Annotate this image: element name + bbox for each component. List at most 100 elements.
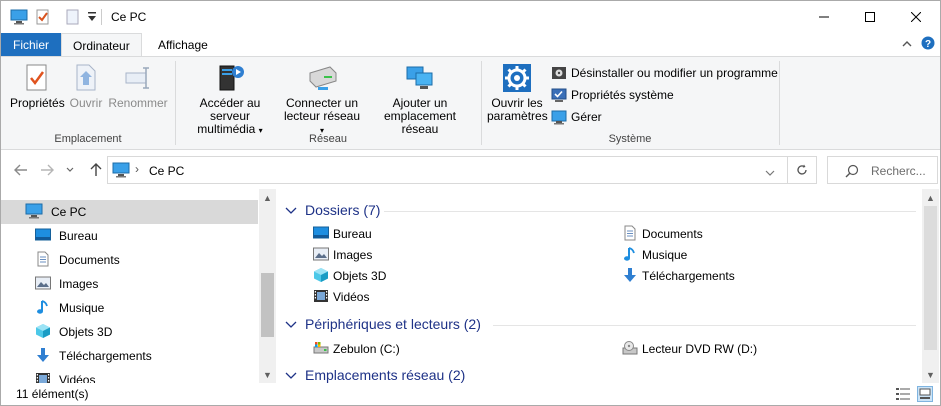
add-location-line2: emplacement réseau bbox=[383, 109, 457, 136]
uninstall-icon bbox=[552, 67, 566, 79]
folder-item[interactable]: Vidéos bbox=[313, 287, 369, 307]
documents-folder-icon bbox=[35, 251, 51, 270]
open-settings-button[interactable]: Ouvrir les paramètres bbox=[487, 63, 548, 123]
title-bar: Ce PC bbox=[1, 1, 940, 33]
nav-pane-scrollbar[interactable]: ▲ ▼ bbox=[259, 189, 276, 383]
scrollbar-thumb[interactable] bbox=[261, 273, 274, 337]
folder-item-label: Objets 3D bbox=[333, 269, 387, 283]
nav-item-ce-pc[interactable]: Ce PC bbox=[1, 200, 258, 224]
scrollbar-thumb[interactable] bbox=[924, 206, 937, 350]
chevron-down-icon bbox=[285, 202, 301, 218]
3d-objects-folder-icon bbox=[313, 267, 329, 286]
nav-item-telechargements[interactable]: Téléchargements bbox=[1, 344, 258, 368]
chevron-down-icon bbox=[285, 367, 301, 383]
open-button[interactable]: Ouvrir bbox=[67, 63, 105, 110]
back-button[interactable] bbox=[12, 161, 30, 179]
quick-access-new-folder-icon[interactable] bbox=[65, 9, 81, 28]
properties-label: Propriétés bbox=[10, 96, 65, 110]
nav-item-objets-3d[interactable]: Objets 3D bbox=[1, 320, 258, 344]
tab-ordinateur[interactable]: Ordinateur bbox=[61, 33, 142, 58]
folder-item[interactable]: Téléchargements bbox=[622, 266, 735, 286]
item-count: 11 élément(s) bbox=[16, 387, 89, 401]
map-network-drive-button[interactable]: Connecter un lecteur réseau ▾ bbox=[281, 63, 363, 137]
folder-item-label: Musique bbox=[642, 248, 688, 262]
tab-fichier[interactable]: Fichier bbox=[1, 33, 61, 57]
maximize-button[interactable] bbox=[847, 1, 893, 33]
nav-item-images[interactable]: Images bbox=[1, 272, 258, 296]
media-server-button[interactable]: Accéder au serveur multimédia ▾ bbox=[179, 63, 281, 137]
add-network-location-button[interactable]: Ajouter un emplacement réseau bbox=[365, 63, 475, 136]
address-bar[interactable]: › Ce PC bbox=[107, 156, 788, 184]
help-icon[interactable]: ? bbox=[921, 36, 935, 53]
nav-item-label: Objets 3D bbox=[59, 325, 113, 339]
folder-item[interactable]: Objets 3D bbox=[313, 266, 386, 286]
music-folder-icon bbox=[622, 246, 638, 265]
computer-icon[interactable] bbox=[10, 9, 28, 28]
breadcrumb-ce-pc[interactable]: Ce PC bbox=[149, 164, 184, 178]
folder-item-label: Téléchargements bbox=[642, 269, 735, 283]
group-header-peripheriques[interactable]: Périphériques et lecteurs (2) bbox=[281, 314, 481, 334]
nav-item-label: Documents bbox=[59, 253, 120, 267]
forward-button[interactable] bbox=[38, 161, 56, 179]
details-view-icon[interactable] bbox=[895, 386, 911, 402]
folder-item-label: Documents bbox=[642, 227, 703, 241]
scroll-down-arrow-icon[interactable]: ▼ bbox=[259, 366, 276, 383]
nav-item-musique[interactable]: Musique bbox=[1, 296, 258, 320]
minimize-button[interactable] bbox=[801, 1, 847, 33]
media-server-icon bbox=[219, 65, 244, 91]
manage-button[interactable]: Gérer bbox=[551, 107, 602, 127]
folder-item[interactable]: Musique bbox=[622, 245, 687, 265]
group-label-emplacement: Emplacement bbox=[54, 133, 122, 145]
uninstall-program-button[interactable]: Désinstaller ou modifier un programme bbox=[551, 63, 778, 83]
nav-item-documents[interactable]: Documents bbox=[1, 248, 258, 272]
group-header-dossiers[interactable]: Dossiers (7) bbox=[281, 200, 380, 220]
close-button[interactable] bbox=[893, 1, 939, 33]
folder-item[interactable]: Documents bbox=[622, 224, 703, 244]
desktop-folder-icon bbox=[313, 226, 329, 243]
downloads-folder-icon bbox=[35, 347, 51, 366]
gear-icon bbox=[503, 64, 531, 92]
scroll-up-arrow-icon[interactable]: ▲ bbox=[922, 189, 939, 206]
breadcrumb-separator-icon[interactable]: › bbox=[135, 162, 139, 176]
nav-item-label: Musique bbox=[59, 301, 105, 315]
up-arrow-icon bbox=[90, 163, 102, 176]
manage-label: Gérer bbox=[571, 110, 602, 124]
music-folder-icon bbox=[35, 299, 51, 318]
rename-button[interactable]: Renommer bbox=[107, 63, 169, 110]
ribbon-tabs: Fichier Ordinateur Affichage ? bbox=[1, 33, 940, 58]
up-button[interactable] bbox=[87, 161, 105, 179]
rename-icon bbox=[125, 67, 149, 89]
properties-checkmark-icon bbox=[26, 64, 47, 91]
back-arrow-icon bbox=[14, 164, 27, 176]
scroll-down-arrow-icon[interactable]: ▼ bbox=[922, 366, 939, 383]
scroll-up-arrow-icon[interactable]: ▲ bbox=[259, 189, 276, 206]
group-label-reseau: Réseau bbox=[309, 133, 347, 145]
computer-icon bbox=[25, 203, 43, 222]
folder-item[interactable]: Bureau bbox=[313, 224, 372, 244]
quick-access-properties-icon[interactable] bbox=[35, 9, 51, 28]
large-icons-view-icon[interactable] bbox=[917, 386, 933, 402]
network-location-icon bbox=[406, 66, 433, 89]
system-properties-button[interactable]: Propriétés système bbox=[551, 85, 674, 105]
refresh-button[interactable] bbox=[787, 156, 817, 184]
search-placeholder: Recherc... bbox=[871, 164, 926, 178]
drive-item[interactable]: Lecteur DVD RW (D:) bbox=[622, 339, 757, 359]
tab-affichage[interactable]: Affichage bbox=[147, 33, 219, 57]
collapse-ribbon-icon[interactable] bbox=[902, 38, 912, 52]
content-pane-scrollbar[interactable]: ▲ ▼ bbox=[922, 189, 939, 383]
properties-button[interactable]: Propriétés bbox=[10, 63, 65, 110]
window-title: Ce PC bbox=[111, 10, 147, 24]
folder-item[interactable]: Images bbox=[313, 245, 372, 265]
navigation-bar: › Ce PC Recherc... bbox=[1, 151, 940, 189]
hard-drive-icon bbox=[313, 341, 329, 358]
nav-item-bureau[interactable]: Bureau bbox=[1, 224, 258, 248]
group-header-emplacements-reseau[interactable]: Emplacements réseau (2) bbox=[281, 365, 465, 383]
search-box[interactable]: Recherc... bbox=[827, 156, 938, 184]
drive-item[interactable]: Zebulon (C:) bbox=[313, 339, 400, 359]
open-settings-line2: paramètres bbox=[487, 109, 548, 123]
recent-locations-button[interactable] bbox=[61, 161, 79, 179]
nav-item-videos[interactable]: Vidéos bbox=[1, 368, 258, 383]
address-dropdown-button[interactable] bbox=[765, 166, 775, 180]
customize-toolbar-chevron-icon[interactable] bbox=[87, 11, 97, 26]
system-properties-icon bbox=[551, 88, 567, 102]
